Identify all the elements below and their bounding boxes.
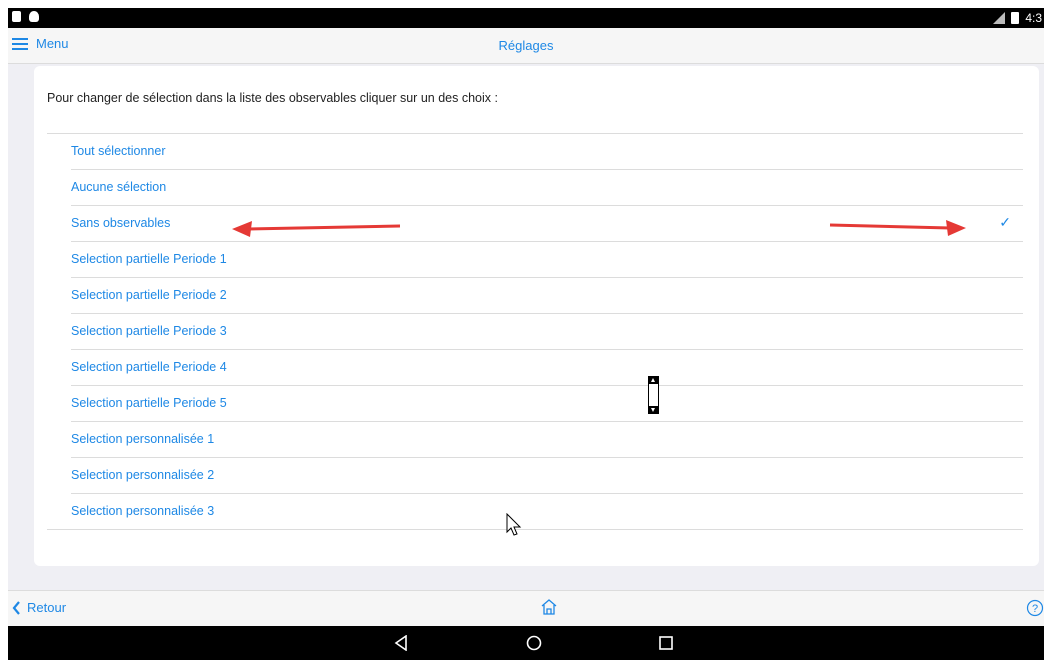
selection-option-label: Selection partielle Periode 2 (71, 288, 227, 302)
scroll-widget[interactable] (648, 376, 659, 414)
clock: 4:3 (1025, 11, 1042, 25)
selection-option[interactable]: Selection partielle Periode 4 (71, 350, 1023, 386)
signal-icon (993, 12, 1006, 24)
selection-option-label: Selection partielle Periode 5 (71, 396, 227, 410)
selection-option[interactable]: Selection partielle Periode 1 (71, 242, 1023, 278)
selection-option[interactable]: Selection personnalisée 1 (71, 422, 1023, 458)
scroll-up-arrow[interactable] (649, 377, 658, 384)
selection-list: Tout sélectionner Aucune sélection Sans ob… (47, 133, 1023, 530)
android-icon (29, 11, 39, 22)
selection-option-label: Selection personnalisée 2 (71, 468, 215, 482)
selection-option[interactable]: Selection personnalisée 3 (47, 494, 1023, 530)
selection-option-label: Tout sélectionner (71, 144, 166, 158)
selection-option[interactable]: Selection personnalisée 2 (71, 458, 1023, 494)
nav-back-icon[interactable] (394, 635, 408, 651)
chevron-left-icon (12, 600, 20, 615)
status-bar: 4:3 (8, 8, 1044, 28)
selection-option-label: Selection personnalisée 1 (71, 432, 215, 446)
instruction-text: Pour changer de sélection dans la liste … (47, 91, 498, 105)
selection-option-label: Selection partielle Periode 3 (71, 324, 227, 338)
selection-option[interactable]: Selection partielle Periode 3 (71, 314, 1023, 350)
nav-recents-icon[interactable] (658, 635, 674, 651)
selection-option-label: Selection partielle Periode 4 (71, 360, 227, 374)
scroll-down-arrow[interactable] (649, 406, 658, 413)
android-nav-bar (8, 626, 1044, 660)
selection-option[interactable]: Selection partielle Periode 2 (71, 278, 1023, 314)
mouse-cursor-icon (506, 513, 522, 536)
notification-icon (12, 11, 21, 22)
selection-option-label: Aucune sélection (71, 180, 167, 194)
battery-icon (1011, 12, 1020, 24)
content-area: Pour changer de sélection dans la liste … (8, 64, 1044, 590)
settings-card: Pour changer de sélection dans la liste … (34, 66, 1039, 566)
back-label: Retour (27, 600, 67, 615)
page-title: Réglages (498, 38, 554, 53)
selection-option[interactable]: Aucune sélection (71, 170, 1023, 206)
back-button[interactable]: Retour (12, 600, 66, 615)
top-bar: Menu Réglages (8, 28, 1044, 64)
left-arrow-annotation (232, 221, 401, 237)
help-icon[interactable]: ? (1026, 599, 1044, 617)
right-arrow-annotation (829, 220, 966, 236)
home-icon[interactable] (539, 597, 559, 617)
selection-option-label: Sans observables (71, 216, 171, 230)
svg-text:?: ? (1032, 603, 1038, 615)
checkmark-icon: ✓ (999, 214, 1011, 230)
selection-option[interactable]: Tout sélectionner (71, 134, 1023, 170)
nav-home-icon[interactable] (526, 635, 542, 651)
selection-option-label: Selection personnalisée 3 (71, 504, 215, 518)
bottom-bar: Retour ? (8, 590, 1044, 626)
selection-option[interactable]: Selection partielle Periode 5 (71, 386, 1023, 422)
selection-option-label: Selection partielle Periode 1 (71, 252, 227, 266)
